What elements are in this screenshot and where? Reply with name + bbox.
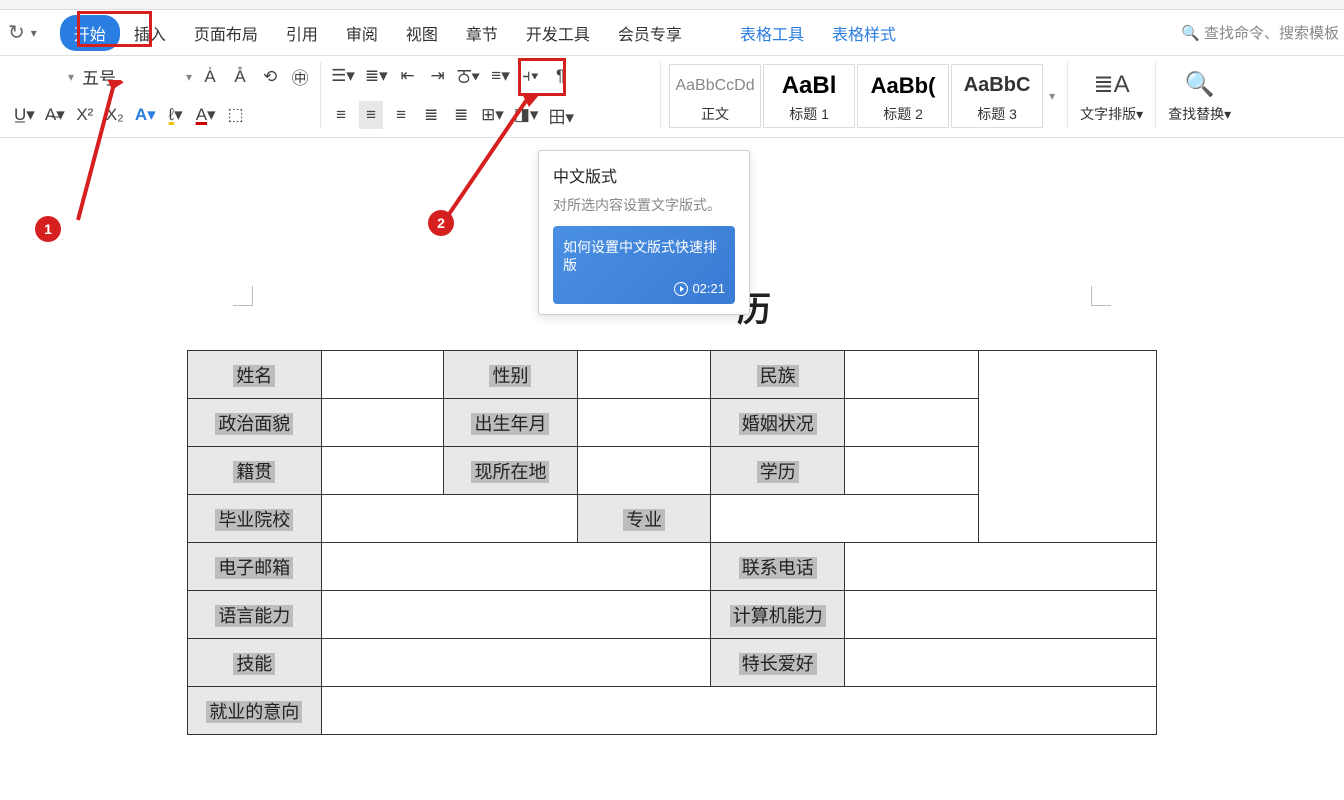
search-placeholder: 查找命令、搜索模板 xyxy=(1204,22,1339,43)
tab-review[interactable]: 审阅 xyxy=(332,15,392,51)
align-distribute-icon[interactable]: ≡▾ xyxy=(489,62,513,90)
chinese-layout-icon[interactable]: ਠ▾ xyxy=(456,62,483,90)
play-icon xyxy=(674,282,688,296)
search-large-icon: 🔍 xyxy=(1185,66,1215,102)
character-border-icon[interactable]: ⬚ xyxy=(224,101,248,129)
highlight-icon[interactable]: ℓ▾ xyxy=(164,101,188,129)
increase-indent-icon[interactable]: ⇥ xyxy=(426,62,450,90)
table-row: 电子邮箱 联系电话 xyxy=(188,543,1157,591)
style-heading1[interactable]: AaBl 标题 1 xyxy=(763,64,855,128)
annotation-highlight-2 xyxy=(518,58,566,96)
align-right-icon[interactable]: ≡ xyxy=(389,101,413,129)
tooltip-description: 对所选内容设置文字版式。 xyxy=(553,195,735,216)
table-row: 姓名 性别 民族 xyxy=(188,351,1157,399)
tab-table-styles[interactable]: 表格样式 xyxy=(818,15,910,51)
command-search[interactable]: 🔍 查找命令、搜索模板 xyxy=(1181,22,1339,43)
tab-developer[interactable]: 开发工具 xyxy=(512,15,604,51)
search-icon: 🔍 xyxy=(1181,24,1200,42)
align-left-icon[interactable]: ≡ xyxy=(329,101,353,129)
borders-icon[interactable]: 田▾ xyxy=(546,101,576,129)
dropdown-caret-icon[interactable]: ▾ xyxy=(31,26,37,40)
text-layout-button[interactable]: ≣A 文字排版▾ xyxy=(1068,62,1156,129)
table-row: 就业的意向 xyxy=(188,687,1157,735)
style-normal[interactable]: AaBbCcDd 正文 xyxy=(669,64,761,128)
redo-group: ↻ ▾ xyxy=(5,20,40,45)
align-center-icon[interactable]: ≡ xyxy=(359,101,383,129)
table-row: 语言能力 计算机能力 xyxy=(188,591,1157,639)
font-color-icon[interactable]: A▾ xyxy=(194,101,218,129)
tab-table-tools[interactable]: 表格工具 xyxy=(726,15,818,51)
tab-page-layout[interactable]: 页面布局 xyxy=(180,15,272,51)
tab-section[interactable]: 章节 xyxy=(452,15,512,51)
phonetic-guide-icon[interactable]: ㊥ xyxy=(288,63,312,91)
ribbon: ▾ 五号 ▾ A̍ A̎ ⟲ ㊥ U̲▾ A̶▾ X² X₂ A▾ ℓ▾ A▾ … xyxy=(0,56,1344,138)
tooltip-chinese-layout: 中文版式 对所选内容设置文字版式。 如何设置中文版式快速排版 02:21 xyxy=(538,150,750,315)
text-layout-icon: ≣A xyxy=(1094,66,1130,102)
underline-icon[interactable]: U̲▾ xyxy=(12,101,37,129)
redo-icon[interactable]: ↻ xyxy=(8,20,25,45)
annotation-highlight-1 xyxy=(77,11,152,47)
annotation-arrow-1 xyxy=(60,80,150,250)
style-heading3[interactable]: AaBbC 标题 3 xyxy=(951,64,1043,128)
tab-view[interactable]: 视图 xyxy=(392,15,452,51)
menu-bar: ↻ ▾ 开始 插入 页面布局 引用 审阅 视图 章节 开发工具 会员专享 表格工… xyxy=(0,10,1344,56)
page-corner-tl xyxy=(227,280,253,306)
tab-member[interactable]: 会员专享 xyxy=(604,15,696,51)
tooltip-video-title: 如何设置中文版式快速排版 xyxy=(563,238,725,274)
tooltip-video-duration: 02:21 xyxy=(674,281,725,296)
page-corner-tr xyxy=(1091,280,1117,306)
annotation-badge-1: 1 xyxy=(35,216,61,242)
clear-format-icon[interactable]: ⟲ xyxy=(258,63,282,91)
decrease-font-icon[interactable]: A̎ xyxy=(228,63,252,91)
tooltip-title: 中文版式 xyxy=(553,163,735,187)
increase-font-icon[interactable]: A̍ xyxy=(198,63,222,91)
resume-table[interactable]: 姓名 性别 民族 政治面貌 出生年月 婚姻状况 籍贯 现所在地 xyxy=(187,350,1157,735)
annotation-badge-2: 2 xyxy=(428,210,454,236)
style-heading2[interactable]: AaBb( 标题 2 xyxy=(857,64,949,128)
find-replace-button[interactable]: 🔍 查找替换▾ xyxy=(1156,62,1243,129)
tab-references[interactable]: 引用 xyxy=(272,15,332,51)
bullet-list-icon[interactable]: ☰▾ xyxy=(329,62,357,90)
table-row: 技能 特长爱好 xyxy=(188,639,1157,687)
number-list-icon[interactable]: ≣▾ xyxy=(363,62,390,90)
tooltip-video-card[interactable]: 如何设置中文版式快速排版 02:21 xyxy=(553,226,735,304)
decrease-indent-icon[interactable]: ⇤ xyxy=(396,62,420,90)
